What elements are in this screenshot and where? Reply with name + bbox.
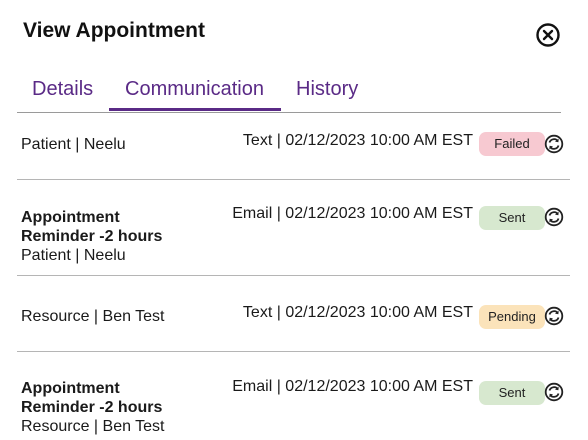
communication-row: Resource | Ben Test Text | 02/12/2023 10… <box>17 276 570 352</box>
channel-datetime: Email | 02/12/2023 10:00 AM EST <box>232 205 473 222</box>
status-badge: Failed <box>479 132 545 156</box>
view-appointment-dialog: View Appointment Details Communication H… <box>0 0 588 440</box>
communication-list: Patient | Neelu Text | 02/12/2023 10:00 … <box>17 112 570 440</box>
recipient-label: Patient | Neelu <box>21 247 126 264</box>
resend-icon[interactable] <box>544 134 564 154</box>
row-details: Appointment Reminder -2 hours Patient | … <box>21 208 181 265</box>
recipient-label: Resource | Ben Test <box>21 418 165 435</box>
status-badge: Sent <box>479 381 545 405</box>
active-tab-indicator <box>109 108 281 111</box>
row-details: Resource | Ben Test <box>21 307 165 326</box>
recipient-label: Resource | Ben Test <box>21 308 165 325</box>
resend-icon[interactable] <box>544 306 564 326</box>
resend-icon[interactable] <box>544 382 564 402</box>
communication-row: Patient | Neelu Text | 02/12/2023 10:00 … <box>17 112 570 180</box>
channel-datetime: Text | 02/12/2023 10:00 AM EST <box>242 132 473 149</box>
row-details: Appointment Reminder -2 hours Resource |… <box>21 379 181 436</box>
communication-row: Appointment Reminder -2 hours Patient | … <box>17 180 570 276</box>
channel-datetime: Email | 02/12/2023 10:00 AM EST <box>232 378 473 395</box>
status-badge: Pending <box>479 305 545 329</box>
resend-icon[interactable] <box>544 207 564 227</box>
tab-communication[interactable]: Communication <box>125 78 264 101</box>
recipient-label: Patient | Neelu <box>21 136 126 153</box>
tab-details[interactable]: Details <box>32 78 93 101</box>
tab-history[interactable]: History <box>296 78 358 101</box>
subject-label: Appointment Reminder -2 hours <box>21 380 163 416</box>
channel-datetime: Text | 02/12/2023 10:00 AM EST <box>242 304 473 321</box>
communication-row: Appointment Reminder -2 hours Resource |… <box>17 352 570 440</box>
row-details: Patient | Neelu <box>21 135 126 154</box>
dialog-title: View Appointment <box>23 19 206 42</box>
subject-label: Appointment Reminder -2 hours <box>21 209 163 245</box>
tab-bar: Details Communication History <box>17 78 561 113</box>
close-icon[interactable] <box>535 22 561 48</box>
status-badge: Sent <box>479 206 545 230</box>
